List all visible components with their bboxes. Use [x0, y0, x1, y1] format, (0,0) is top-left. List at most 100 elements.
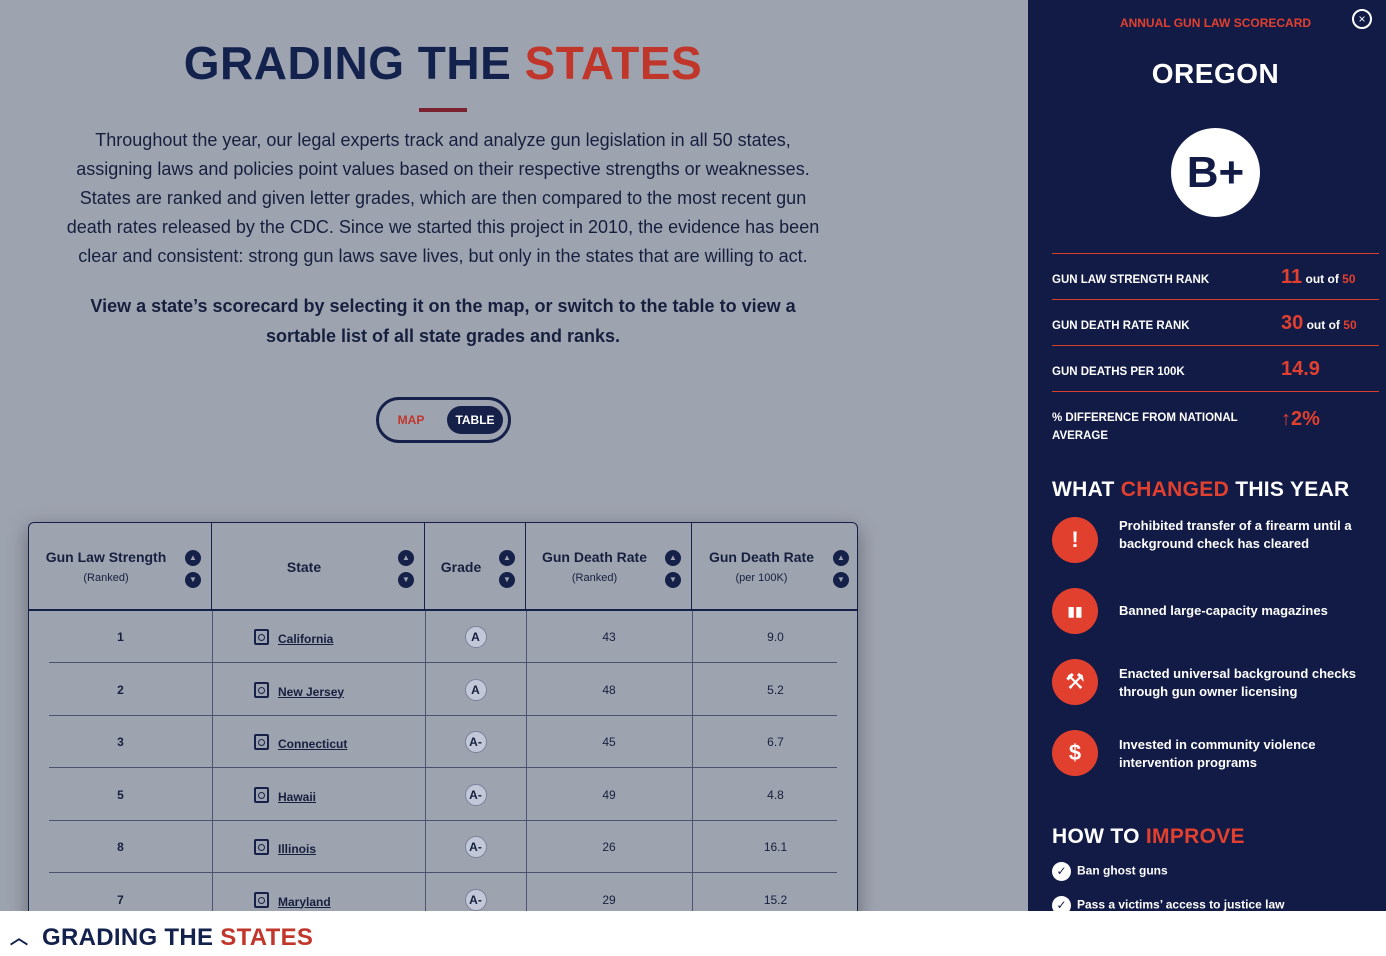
header-label: Gun Law Strength: [45, 549, 167, 565]
sort-down-icon[interactable]: ▼: [185, 572, 201, 588]
cell-gun-law-rank: 7: [117, 892, 124, 907]
cell-state: Hawaii: [212, 769, 425, 821]
scorecard-icon[interactable]: [254, 839, 269, 855]
scorecard-icon[interactable]: [254, 891, 269, 908]
header-label: Grade: [440, 559, 482, 575]
magazine-icon: ▮▮: [1052, 588, 1098, 634]
bottom-title: GRADING THE STATES: [42, 924, 313, 952]
header-gun-law-strength[interactable]: Gun Law Strength (Ranked) ▲ ▼: [29, 523, 212, 611]
sort-controls: ▲ ▼: [398, 550, 416, 594]
grade-badge: A-: [464, 783, 487, 806]
cell-death-rank: 48: [602, 682, 616, 697]
scorecard-icon[interactable]: [254, 629, 269, 645]
grade-badge: A: [464, 626, 487, 648]
title-main: GRADING THE: [183, 37, 512, 89]
sort-down-icon[interactable]: ▼: [665, 572, 681, 588]
cell-grade: A: [425, 611, 526, 663]
table-row[interactable]: 7 Maryland A- 29 15.2: [49, 874, 837, 912]
state-link[interactable]: Connecticut: [278, 718, 347, 770]
table-row[interactable]: 5 Hawaii A- 49 4.8: [49, 769, 837, 821]
table-row[interactable]: 8 Illinois A- 26 16.1: [49, 821, 837, 873]
stat-label: % DIFFERENCE FROM NATIONAL AVERAGE: [1052, 412, 1238, 442]
stat-value: 30 out of 50: [1281, 312, 1357, 335]
header-sublabel: (Ranked): [571, 572, 618, 584]
stat-gun-death-rate-rank: GUN DEATH RATE RANK 30 out of 50: [1052, 299, 1379, 345]
stat-suffix: out of: [1306, 318, 1340, 332]
sort-down-icon[interactable]: ▼: [499, 572, 515, 588]
bottom-bar[interactable]: ︿ GRADING THE STATES: [0, 911, 1386, 956]
header-grade[interactable]: Grade ▲ ▼: [425, 523, 526, 611]
chevron-up-icon[interactable]: ︿: [10, 924, 28, 950]
exclamation-icon: !: [1052, 517, 1098, 563]
heading-accent: CHANGED: [1120, 478, 1230, 501]
title-accent: STATES: [524, 37, 703, 89]
improve-item: ✓ Ban ghost guns: [1052, 862, 1168, 881]
change-text: Invested in community violence intervent…: [1119, 737, 1316, 770]
state-name: OREGON: [1151, 58, 1280, 89]
stat-total: 50: [1342, 272, 1356, 286]
stat-value: 14.9: [1281, 358, 1320, 381]
stat-value: 11 out of 50: [1281, 266, 1356, 289]
header-state[interactable]: State ▲ ▼: [212, 523, 425, 611]
stat-gun-law-strength-rank: GUN LAW STRENGTH RANK 11 out of 50: [1052, 253, 1379, 299]
change-item: ! Prohibited transfer of a firearm until…: [1052, 517, 1372, 565]
cell-death-rate: 16.1: [763, 840, 788, 854]
cell-death-rate: 9.0: [767, 630, 784, 644]
cell-death-rank: 29: [602, 892, 616, 907]
state-link[interactable]: New Jersey: [278, 666, 344, 718]
cell-state: Connecticut: [212, 716, 425, 768]
cell-gun-law-rank: 2: [117, 682, 124, 697]
toggle-map-button[interactable]: MAP: [387, 406, 435, 434]
header-death-rate-ranked[interactable]: Gun Death Rate (Ranked) ▲ ▼: [526, 523, 692, 611]
cell-state: Maryland: [212, 874, 425, 912]
check-icon: ✓: [1052, 896, 1071, 911]
close-icon[interactable]: ×: [1352, 9, 1372, 29]
change-text: Prohibited transfer of a firearm until a…: [1119, 518, 1352, 551]
grade-badge: A-: [464, 888, 487, 911]
page-title: GRADING THE STATES: [0, 36, 886, 90]
sort-controls: ▲ ▼: [833, 550, 851, 594]
sort-controls: ▲ ▼: [499, 550, 517, 594]
state-link[interactable]: Illinois: [278, 823, 316, 875]
check-icon: ✓: [1052, 862, 1071, 881]
cell-death-rank: 49: [602, 787, 616, 802]
scorecard-icon[interactable]: [254, 786, 269, 803]
sort-up-icon[interactable]: ▲: [665, 550, 681, 566]
cell-grade: A-: [425, 874, 526, 912]
header-death-rate-per-100k[interactable]: Gun Death Rate (per 100K) ▲ ▼: [692, 523, 857, 611]
heading-part: WHAT: [1052, 478, 1115, 501]
state-link[interactable]: Hawaii: [278, 771, 316, 823]
toggle-table-button[interactable]: TABLE: [447, 406, 503, 434]
cell-grade: A-: [425, 821, 526, 873]
sort-up-icon[interactable]: ▲: [185, 550, 201, 566]
stat-difference-from-average: % DIFFERENCE FROM NATIONAL AVERAGE ↑2%: [1052, 391, 1379, 453]
state-link[interactable]: California: [278, 613, 333, 665]
state-scorecard-panel: ANNUAL GUN LAW SCORECARD × OREGON B+ GUN…: [1028, 0, 1386, 911]
cell-state: Illinois: [212, 821, 425, 873]
change-text: Banned large-capacity magazines: [1119, 603, 1328, 618]
stat-number: 14.9: [1281, 358, 1320, 380]
state-link[interactable]: Maryland: [278, 876, 331, 912]
header-label: Gun Death Rate: [541, 549, 647, 565]
sort-up-icon[interactable]: ▲: [398, 550, 414, 566]
table-header: Gun Law Strength (Ranked) ▲ ▼ State ▲ ▼ Gr…: [29, 523, 857, 611]
grade-badge: A-: [464, 731, 487, 753]
sort-down-icon[interactable]: ▼: [398, 572, 414, 588]
intro-instructions: View a state’s scorecard by selecting it…: [90, 296, 796, 346]
cell-death-rank: 45: [602, 735, 616, 749]
table-row[interactable]: 3 Connecticut A- 45 6.7: [49, 716, 837, 768]
header-sublabel: (Ranked): [83, 572, 129, 584]
table-row[interactable]: 1 California A 43 9.0: [49, 611, 837, 663]
scorecard-icon[interactable]: [254, 734, 269, 750]
scorecard-icon[interactable]: [254, 681, 269, 698]
sort-up-icon[interactable]: ▲: [833, 550, 849, 566]
stat-label: GUN LAW STRENGTH RANK: [1052, 274, 1210, 286]
sort-controls: ▲ ▼: [665, 550, 683, 594]
sort-down-icon[interactable]: ▼: [833, 572, 849, 588]
change-item: ▮▮ Banned large-capacity magazines: [1052, 588, 1372, 636]
stats-list: GUN LAW STRENGTH RANK 11 out of 50 GUN D…: [1052, 253, 1379, 453]
main-content: GRADING THE STATES Throughout the year, …: [0, 0, 1028, 911]
stat-label: GUN DEATHS PER 100K: [1052, 366, 1185, 378]
table-row[interactable]: 2 New Jersey A 48 5.2: [49, 664, 837, 716]
sort-up-icon[interactable]: ▲: [499, 550, 515, 566]
